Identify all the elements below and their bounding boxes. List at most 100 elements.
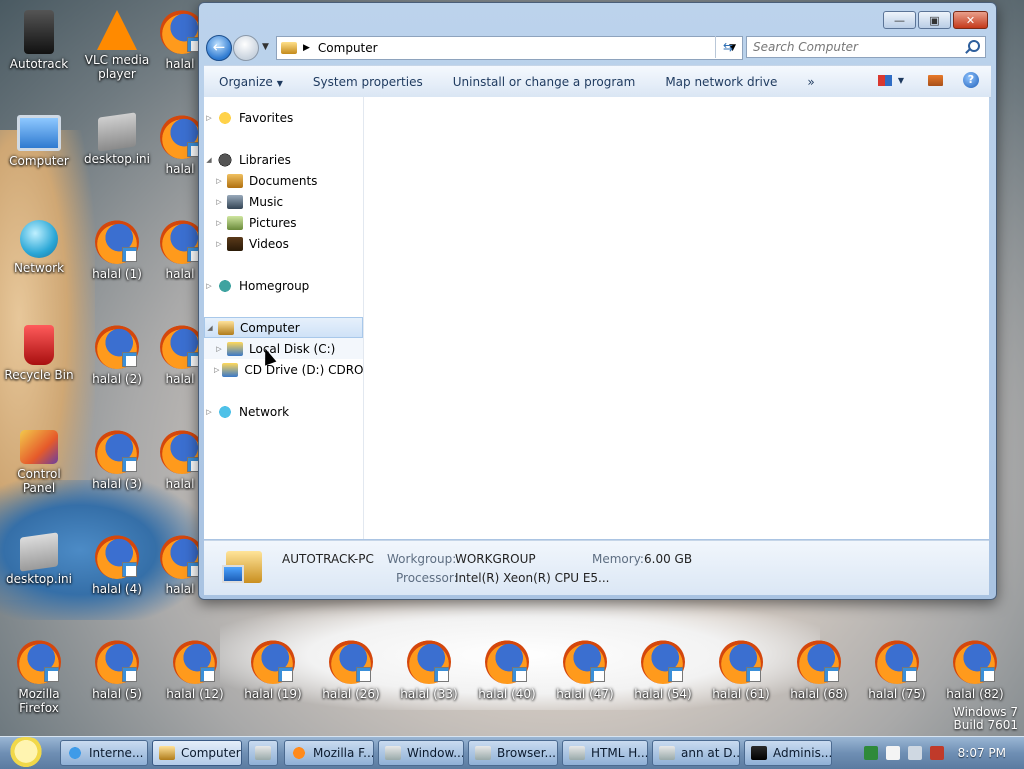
expand-arrow-icon[interactable]: ▷ bbox=[214, 240, 224, 248]
nav-item-local-disk[interactable]: ▷ Local Disk (C:) bbox=[204, 338, 363, 359]
desktop-icon-halal[interactable]: halal bbox=[160, 535, 200, 596]
nav-item-homegroup[interactable]: ▷ Homegroup bbox=[204, 275, 363, 296]
expand-arrow-icon[interactable]: ▷ bbox=[214, 177, 224, 185]
uninstall-program-button[interactable]: Uninstall or change a program bbox=[438, 75, 651, 89]
desktop-icon-halal-47[interactable]: halal (47) bbox=[546, 640, 624, 701]
desktop-icon-computer[interactable]: Computer bbox=[0, 115, 78, 168]
network-status-icon[interactable] bbox=[907, 746, 922, 760]
desktop-icon-halal[interactable]: halal bbox=[160, 10, 200, 71]
desktop-icon-network[interactable]: Network bbox=[0, 220, 78, 275]
system-properties-button[interactable]: System properties bbox=[298, 75, 438, 89]
taskbar-button-media[interactable] bbox=[248, 740, 278, 766]
command-bar: Organize ▼ System properties Uninstall or… bbox=[204, 65, 991, 98]
desktop-icon-halal-33[interactable]: halal (33) bbox=[390, 640, 468, 701]
network-icon bbox=[217, 404, 233, 419]
address-breadcrumb-computer[interactable]: Computer bbox=[318, 41, 378, 55]
desktop-icon-halal-54[interactable]: halal (54) bbox=[624, 640, 702, 701]
search-input[interactable]: Search Computer bbox=[746, 36, 986, 58]
nav-item-music[interactable]: ▷ Music bbox=[204, 191, 363, 212]
desktop-icon-halal-4[interactable]: halal (4) bbox=[78, 535, 156, 596]
firefox-shortcut-icon bbox=[797, 640, 841, 684]
desktop-icon-halal[interactable]: halal bbox=[160, 115, 200, 176]
taskbar-button-html-help[interactable]: HTML H... bbox=[562, 740, 648, 766]
volume-muted-icon[interactable] bbox=[929, 746, 944, 760]
clock[interactable]: 8:07 PM bbox=[958, 746, 1006, 760]
nav-item-cd-drive[interactable]: ▷ CD Drive (D:) CDROM bbox=[204, 359, 363, 380]
expand-arrow-icon[interactable]: ▷ bbox=[214, 366, 219, 374]
expand-arrow-icon[interactable]: ▷ bbox=[204, 282, 214, 290]
desktop-icon-desktop-ini[interactable]: desktop.ini bbox=[78, 112, 156, 166]
map-network-drive-button[interactable]: Map network drive bbox=[650, 75, 792, 89]
desktop-icon-halal[interactable]: halal bbox=[160, 430, 200, 491]
desktop-icon-halal-3[interactable]: halal (3) bbox=[78, 430, 156, 491]
desktop-icon-halal-5[interactable]: halal (5) bbox=[78, 640, 156, 701]
desktop-icon-halal-12[interactable]: halal (12) bbox=[156, 640, 234, 701]
desktop-icon-halal[interactable]: halal bbox=[160, 220, 200, 281]
taskbar-button-ann[interactable]: ann at D... bbox=[652, 740, 740, 766]
help-icon[interactable]: ? bbox=[963, 72, 979, 88]
nav-item-libraries[interactable]: ◢ Libraries bbox=[204, 149, 363, 170]
desktop-icon-recycle-bin[interactable]: Recycle Bin bbox=[0, 325, 78, 382]
change-view-icon[interactable] bbox=[877, 74, 892, 86]
taskbar-button-administrator[interactable]: Adminis... bbox=[744, 740, 832, 766]
firefox-shortcut-icon bbox=[875, 640, 919, 684]
nav-item-videos[interactable]: ▷ Videos bbox=[204, 233, 363, 254]
address-bar[interactable]: ▶ Computer ▼ bbox=[276, 36, 743, 60]
more-commands-button[interactable]: » bbox=[792, 75, 829, 89]
desktop-icon-vlc[interactable]: VLC media player bbox=[78, 10, 156, 81]
desktop-icon-halal-75[interactable]: halal (75) bbox=[858, 640, 936, 701]
desktop-icon-halal-40[interactable]: halal (40) bbox=[468, 640, 546, 701]
breadcrumb-separator-icon[interactable]: ▶ bbox=[303, 43, 310, 53]
nav-item-pictures[interactable]: ▷ Pictures bbox=[204, 212, 363, 233]
desktop-icon-autotrack[interactable]: Autotrack bbox=[0, 10, 78, 71]
expand-arrow-icon[interactable]: ▷ bbox=[204, 408, 214, 416]
expand-arrow-icon[interactable]: ▷ bbox=[204, 114, 214, 122]
collapse-arrow-icon[interactable]: ◢ bbox=[204, 156, 214, 164]
back-button[interactable]: ← bbox=[206, 35, 232, 61]
desktop-icon-control-panel[interactable]: Control Panel bbox=[0, 430, 78, 495]
start-button[interactable] bbox=[4, 737, 48, 769]
taskbar-button-browser[interactable]: Browser... bbox=[468, 740, 558, 766]
action-center-flag-icon[interactable] bbox=[885, 746, 900, 760]
organize-button[interactable]: Organize ▼ bbox=[204, 75, 298, 89]
expand-arrow-icon[interactable]: ▷ bbox=[214, 198, 224, 206]
star-icon bbox=[217, 110, 233, 125]
nav-item-network[interactable]: ▷ Network bbox=[204, 401, 363, 422]
nav-item-documents[interactable]: ▷ Documents bbox=[204, 170, 363, 191]
firefox-shortcut-icon bbox=[160, 115, 200, 159]
expand-arrow-icon[interactable]: ▷ bbox=[214, 345, 224, 353]
view-options-dropdown-icon[interactable]: ▼ bbox=[898, 76, 904, 85]
desktop-icon-mozilla-firefox[interactable]: Mozilla Firefox bbox=[0, 640, 78, 715]
desktop-icon-halal-19[interactable]: halal (19) bbox=[234, 640, 312, 701]
desktop-icon-halal-61[interactable]: halal (61) bbox=[702, 640, 780, 701]
desktop-icon-desktop-ini-2[interactable]: desktop.ini bbox=[0, 532, 78, 586]
nav-item-favorites[interactable]: ▷ Favorites bbox=[204, 107, 363, 128]
nav-item-computer[interactable]: ◢ Computer bbox=[204, 317, 363, 338]
refresh-button[interactable]: ⇆ bbox=[715, 36, 740, 58]
preview-pane-icon[interactable] bbox=[928, 74, 943, 86]
firefox-shortcut-icon bbox=[719, 640, 763, 684]
search-icon[interactable] bbox=[968, 40, 980, 52]
desktop-icon-halal-82[interactable]: halal (82) bbox=[936, 640, 1014, 701]
taskbar-button-computer[interactable]: Computer bbox=[152, 740, 242, 766]
close-button[interactable]: ✕ bbox=[953, 11, 988, 29]
taskbar-button-window[interactable]: Window... bbox=[378, 740, 464, 766]
navigation-pane: ▷ Favorites ◢ Libraries ▷ Documents ▷ Mu… bbox=[204, 97, 364, 539]
tray-app-icon[interactable] bbox=[863, 746, 878, 760]
collapse-arrow-icon[interactable]: ◢ bbox=[205, 324, 215, 332]
taskbar-button-mozilla-firefox[interactable]: Mozilla F... bbox=[284, 740, 374, 766]
desktop-icon-halal[interactable]: halal bbox=[160, 325, 200, 386]
recent-pages-dropdown[interactable]: ▼ bbox=[262, 42, 269, 52]
maximize-button[interactable]: ▣ bbox=[918, 11, 951, 29]
hard-disk-icon bbox=[227, 341, 243, 356]
desktop-icon-halal-68[interactable]: halal (68) bbox=[780, 640, 858, 701]
pictures-icon bbox=[227, 215, 243, 230]
forward-button[interactable] bbox=[233, 35, 259, 61]
expand-arrow-icon[interactable]: ▷ bbox=[214, 219, 224, 227]
desktop-icon-halal-2[interactable]: halal (2) bbox=[78, 325, 156, 386]
windows-build-watermark: Windows 7 Build 7601 bbox=[952, 705, 1018, 732]
desktop-icon-halal-1[interactable]: halal (1) bbox=[78, 220, 156, 281]
taskbar-button-internet-explorer[interactable]: Interne... bbox=[60, 740, 148, 766]
desktop-icon-halal-26[interactable]: halal (26) bbox=[312, 640, 390, 701]
minimize-button[interactable]: — bbox=[883, 11, 916, 29]
